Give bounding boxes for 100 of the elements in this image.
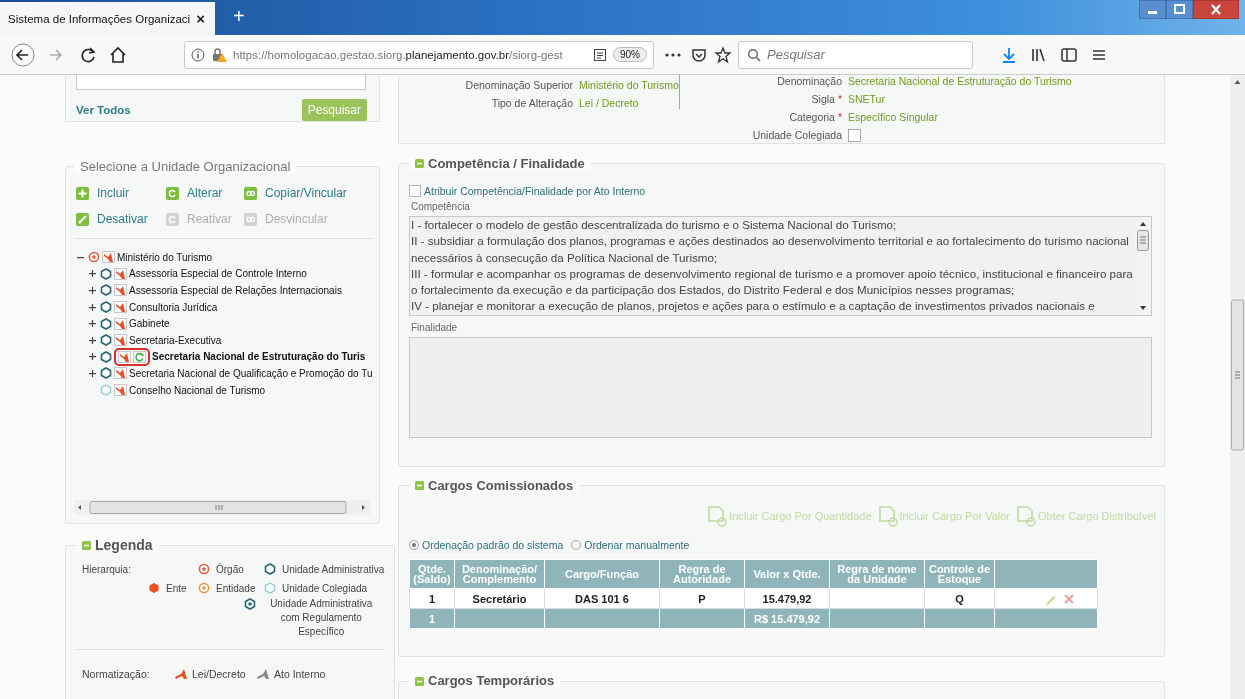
field-label: Sigla xyxy=(811,93,835,105)
legend-label: Hierarquia: xyxy=(82,563,132,575)
page-scrollbar[interactable] xyxy=(1230,75,1245,699)
document-icon xyxy=(877,505,898,527)
expand-icon[interactable] xyxy=(88,270,96,278)
column-header: Denominação/ Complemento xyxy=(454,559,545,589)
hexagon-icon xyxy=(264,582,276,594)
field-label: Unidade Colegiada xyxy=(752,129,842,141)
action-link[interactable]: Copiar/Vincular xyxy=(244,186,373,200)
panel-title: Selecione a Unidade Organizacional xyxy=(80,159,291,174)
hexagon-icon xyxy=(100,284,112,297)
link-icon xyxy=(244,212,257,226)
circle-dot-icon xyxy=(88,251,100,264)
field-value: SNETur xyxy=(848,93,886,105)
column-header: Valor x Qtde. xyxy=(744,559,830,589)
action-link[interactable]: Desativar xyxy=(76,212,166,226)
field-label: Tipo de Alteração xyxy=(490,97,574,109)
tree-item[interactable]: Gabinete xyxy=(129,318,170,330)
radio-button[interactable] xyxy=(409,540,419,550)
minimize-button[interactable] xyxy=(1139,0,1166,19)
competence-paragraph: II - subsidiar a formulação dos planos, programas e ações destinados ao desenvolvimento territorial e ao fortalecimento do turismo nacional necessários à consecução da Política Nacional de Turismo; xyxy=(411,233,1130,266)
hexagon-icon xyxy=(100,350,112,363)
law-flag-icon xyxy=(118,350,131,363)
zoom-level-button[interactable]: 90% xyxy=(613,47,647,62)
section-title: Competência / Finalidade xyxy=(428,156,585,171)
search-field[interactable] xyxy=(76,75,366,90)
legend-label: Unidade Administrativa com Regulamento Específico xyxy=(269,597,374,639)
tree-item[interactable]: Secretaria Nacional de Estruturação do Turis xyxy=(152,351,366,363)
law-flag-icon xyxy=(114,367,127,380)
hexagon-icon xyxy=(148,582,160,594)
column-header: Regra de Autoridade xyxy=(659,559,745,589)
url-text: https://homologacao.gestao.siorg.planejamento.gov.br/siorg-gest xyxy=(233,48,564,61)
hexagon-icon xyxy=(100,317,112,330)
close-button[interactable] xyxy=(1193,0,1239,19)
hexagon-icon xyxy=(100,367,112,380)
tree-item[interactable]: Secretaria-Executiva xyxy=(129,334,222,346)
tree-item[interactable]: Assessoria Especial de Relações Internacionais xyxy=(129,285,342,296)
circle-dot-icon xyxy=(198,582,210,594)
tree-item[interactable]: Assessoria Especial de Controle Interno xyxy=(129,268,307,280)
law-flag-icon xyxy=(114,317,127,330)
expand-icon[interactable] xyxy=(88,353,96,361)
expand-icon[interactable] xyxy=(88,320,96,328)
tree-item[interactable]: Ministério do Turismo xyxy=(117,251,213,263)
expand-icon[interactable] xyxy=(88,303,96,311)
radio-label: Ordenação padrão do sistema xyxy=(422,539,564,551)
expand-icon[interactable] xyxy=(88,287,96,294)
star-icon[interactable] xyxy=(714,45,732,64)
column-header: Cargo/Função xyxy=(544,559,660,589)
hexagon-icon xyxy=(100,301,112,314)
horizontal-scrollbar[interactable] xyxy=(74,500,370,515)
hexagon-icon xyxy=(264,563,276,575)
lock-warning-icon xyxy=(211,46,227,63)
view-all-link[interactable]: Ver Todos xyxy=(76,104,131,116)
competence-paragraph: III - formular e acompanhar os programas de desenvolvimento regional de turismo e a promover apoio técnico, institucional e financeiro para o fortalecimento da execução e da participação dos Estados, do Distrito Federal e dos Municípios nesses programas; xyxy=(411,265,1134,299)
browser-tab[interactable]: Sistema de Informações Organizaci × xyxy=(0,2,215,35)
competence-textarea[interactable] xyxy=(409,216,1152,316)
search-icon xyxy=(747,47,761,62)
law-flag-icon xyxy=(174,668,190,680)
tree-item[interactable]: Conselho Nacional de Turismo xyxy=(129,384,266,396)
hexagon-icon xyxy=(100,267,112,280)
expand-icon[interactable] xyxy=(88,336,96,344)
plus-icon xyxy=(76,186,89,200)
hexagon-icon xyxy=(100,384,112,397)
legend-label: Unidade Administrativa xyxy=(282,563,385,575)
required-marker: * xyxy=(837,111,842,123)
document-flag-icon xyxy=(256,668,272,680)
field-label: Denominação Superior xyxy=(464,79,574,91)
legend-label: Unidade Colegiada xyxy=(282,582,368,594)
new-tab-button[interactable]: + xyxy=(226,4,251,29)
link-icon xyxy=(244,186,257,200)
field-label: Denominação xyxy=(777,75,842,87)
legend-label: Entidade xyxy=(216,582,256,594)
action-link[interactable]: Incluir xyxy=(76,186,166,200)
competence-paragraph: I - fortalecer o modelo de gestão descentralizada do turismo e o Sistema Nacional do Turismo; xyxy=(411,217,898,233)
law-flag-icon xyxy=(114,334,127,347)
search-field[interactable]: Pesquisar xyxy=(738,40,973,69)
tree-item[interactable]: Secretaria Nacional de Qualificação e Promoção do Tu xyxy=(129,367,373,379)
radio-button[interactable] xyxy=(571,540,582,550)
refresh-icon xyxy=(166,212,179,226)
tab-close-button[interactable]: × xyxy=(194,10,207,27)
checkbox[interactable] xyxy=(409,185,421,197)
maximize-button[interactable] xyxy=(1166,0,1193,19)
reader-view-icon[interactable] xyxy=(593,47,607,62)
field-value: Ministério do Turismo xyxy=(579,79,679,91)
table-cell: 1 xyxy=(409,588,455,609)
column-header: Controle de Estoque xyxy=(924,559,995,589)
action-link[interactable]: Alterar xyxy=(166,186,244,200)
address-bar[interactable]: https://homologacao.gestao.siorg.planejamento.gov.br/siorg-gest 90% xyxy=(184,40,654,69)
section-title: Cargos Comissionados xyxy=(428,478,574,493)
back-button[interactable] xyxy=(8,42,38,67)
legend-label: Lei/Decreto xyxy=(192,668,246,680)
radio-label: Ordenar manualmente xyxy=(584,539,690,551)
expand-icon[interactable] xyxy=(88,369,96,377)
required-marker: * xyxy=(837,93,842,105)
document-icon xyxy=(1016,505,1036,527)
tree-item[interactable]: Consultoria Jurídica xyxy=(129,301,218,313)
legend-label: Ato Interno xyxy=(274,668,326,680)
legend-label: Ente xyxy=(166,582,187,594)
checkbox[interactable] xyxy=(848,129,861,142)
refresh-icon xyxy=(133,350,146,363)
